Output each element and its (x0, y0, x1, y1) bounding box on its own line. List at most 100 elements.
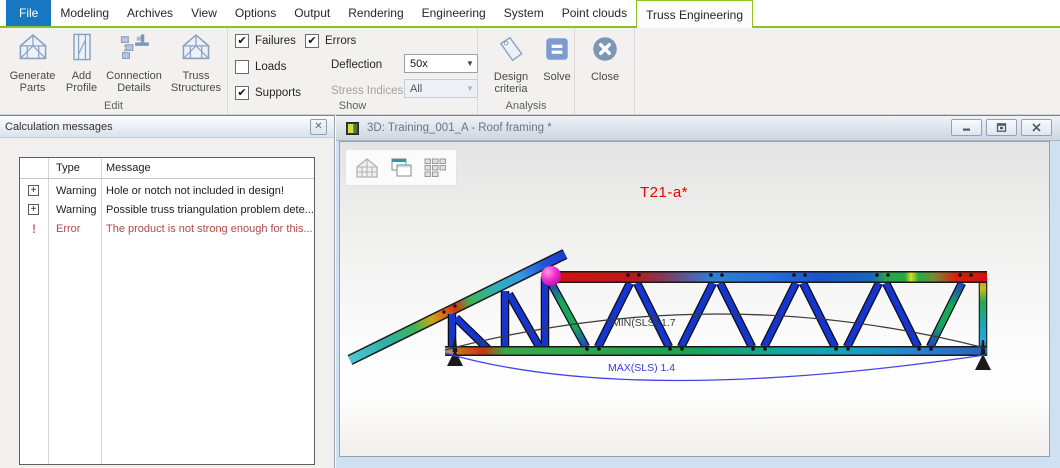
analysis-group-label: Analysis (478, 100, 574, 112)
solve-label: Solve (543, 71, 571, 83)
panel-close-button[interactable]: ✕ (310, 119, 327, 135)
expand-icon[interactable]: + (28, 185, 39, 196)
3d-view-window: 3D: Training_001_A - Roof framing * (336, 115, 1060, 468)
errors-label: Errors (325, 35, 356, 47)
loads-checkbox[interactable]: Loads (235, 59, 286, 75)
close-label: Close (591, 71, 619, 83)
calculation-messages-panel: Calculation messages ✕ Type Message + Wa… (0, 115, 335, 468)
truss-house-icon (17, 31, 49, 68)
stress-indices-label: Stress Indices (331, 85, 403, 97)
design-criteria-button[interactable]: Design criteria (484, 31, 538, 95)
checkbox-check-icon: ✔ (235, 34, 249, 48)
chevron-down-icon: ▼ (462, 59, 477, 68)
connection-icon (118, 31, 150, 68)
menu-tab-system[interactable]: System (495, 0, 553, 26)
checkbox-empty-icon (235, 60, 249, 74)
tag-icon (496, 34, 526, 69)
message-table-header: Type Message (20, 158, 314, 179)
menu-tab-engineering[interactable]: Engineering (413, 0, 495, 26)
message-row-warning-1[interactable]: + Warning Hole or notch not included in … (20, 182, 314, 201)
message-type: Warning (56, 185, 97, 197)
truss-drawing: MIN(SLS) 1.7 MAX(SLS) 1.4 (340, 142, 1051, 458)
message-row-warning-2[interactable]: + Warning Possible truss triangulation p… (20, 201, 314, 220)
close-circle-icon (590, 34, 620, 69)
menu-tab-file[interactable]: File (6, 0, 51, 26)
minimize-button[interactable] (951, 119, 982, 136)
message-text: Hole or notch not included in design! (106, 185, 284, 197)
menu-tab-modeling[interactable]: Modeling (51, 0, 118, 26)
message-column-header[interactable]: Message (106, 162, 151, 174)
grid-views-button[interactable] (418, 152, 452, 184)
supports-checkbox[interactable]: ✔ Supports (235, 85, 301, 101)
message-text: Possible truss triangulation problem det… (106, 204, 314, 216)
window-controls (947, 119, 1052, 136)
chevron-down-icon: ▼ (462, 84, 477, 93)
panel-titlebar: Calculation messages ✕ (0, 116, 334, 138)
failures-checkbox[interactable]: ✔ Failures (235, 33, 296, 49)
expand-icon[interactable]: + (28, 204, 39, 215)
truss-name-label[interactable]: T21-a* (640, 184, 688, 201)
truss-structures-button[interactable]: Truss Structures (165, 28, 227, 94)
model-view-button[interactable] (350, 152, 384, 184)
add-profile-label: Add Profile (60, 70, 103, 94)
error-exclamation-icon: ! (32, 222, 36, 236)
errors-checkbox[interactable]: ✔ Errors (305, 33, 356, 49)
message-type: Warning (56, 204, 97, 216)
max-sls-label: MAX(SLS) 1.4 (608, 362, 675, 374)
close-window-button[interactable] (1021, 119, 1052, 136)
menu-tab-truss-engineering[interactable]: Truss Engineering (636, 0, 753, 28)
deflection-label: Deflection (331, 59, 382, 71)
close-analysis-button[interactable]: Close (581, 31, 629, 83)
show-group-label: Show (228, 100, 477, 112)
profile-icon (66, 31, 98, 68)
truss-structures-label: Truss Structures (165, 70, 227, 94)
ribbon: Generate Parts Add Profile (0, 28, 1060, 115)
failures-label: Failures (255, 35, 296, 47)
grid-icon (422, 155, 448, 181)
menu-tab-view[interactable]: View (182, 0, 226, 26)
3d-viewport[interactable]: T21-a* (339, 141, 1050, 457)
solve-button[interactable]: Solve (540, 31, 574, 83)
house-icon (354, 155, 380, 181)
add-profile-button[interactable]: Add Profile (60, 28, 103, 94)
menu-tab-options[interactable]: Options (226, 0, 285, 26)
connection-details-label: Connection Details (103, 70, 165, 94)
loads-label: Loads (255, 61, 286, 73)
view-titlebar[interactable]: 3D: Training_001_A - Roof framing * (336, 116, 1060, 141)
menu-tab-archives[interactable]: Archives (118, 0, 182, 26)
menu-tab-point-clouds[interactable]: Point clouds (553, 0, 636, 26)
view-title: 3D: Training_001_A - Roof framing * (367, 122, 552, 134)
cascade-windows-button[interactable] (384, 152, 418, 184)
equals-icon (542, 34, 572, 69)
generate-parts-label: Generate Parts (5, 70, 60, 94)
message-row-error[interactable]: ! Error The product is not strong enough… (20, 220, 314, 239)
checkbox-check-icon: ✔ (235, 86, 249, 100)
generate-parts-button[interactable]: Generate Parts (5, 28, 60, 94)
connection-details-button[interactable]: Connection Details (103, 28, 165, 94)
ribbon-group-show: ✔ Failures Loads ✔ Supports ✔ Errors Def… (228, 28, 478, 114)
truss-rafter[interactable] (350, 254, 565, 360)
deflection-dropdown[interactable]: 50x ▼ (404, 54, 478, 73)
restore-button[interactable] (986, 119, 1017, 136)
menu-tab-rendering[interactable]: Rendering (339, 0, 412, 26)
message-type: Error (56, 223, 80, 235)
type-column-header[interactable]: Type (56, 162, 80, 174)
app-window: { "menu": { "tabs": [ {"label": "File"},… (0, 0, 1060, 468)
design-criteria-label: Design criteria (484, 71, 538, 95)
ribbon-group-analysis: Design criteria Solve Analysis (478, 28, 575, 114)
checkbox-check-icon: ✔ (305, 34, 319, 48)
ribbon-group-close: Close (575, 28, 635, 114)
minimize-icon (961, 123, 972, 132)
view-window-icon (346, 122, 359, 135)
selected-node-sphere[interactable] (541, 266, 561, 286)
truss-house-icon (180, 31, 212, 68)
stress-indices-value: All (410, 83, 422, 95)
deflection-value: 50x (410, 58, 428, 70)
deflection-max-curve (445, 353, 985, 381)
cascade-windows-icon (388, 155, 414, 181)
truss-web-members[interactable] (452, 277, 983, 356)
ribbon-group-edit: Generate Parts Add Profile (0, 28, 228, 114)
menu-tab-output[interactable]: Output (285, 0, 339, 26)
stress-indices-dropdown[interactable]: All ▼ (404, 79, 478, 98)
restore-icon (996, 123, 1007, 132)
